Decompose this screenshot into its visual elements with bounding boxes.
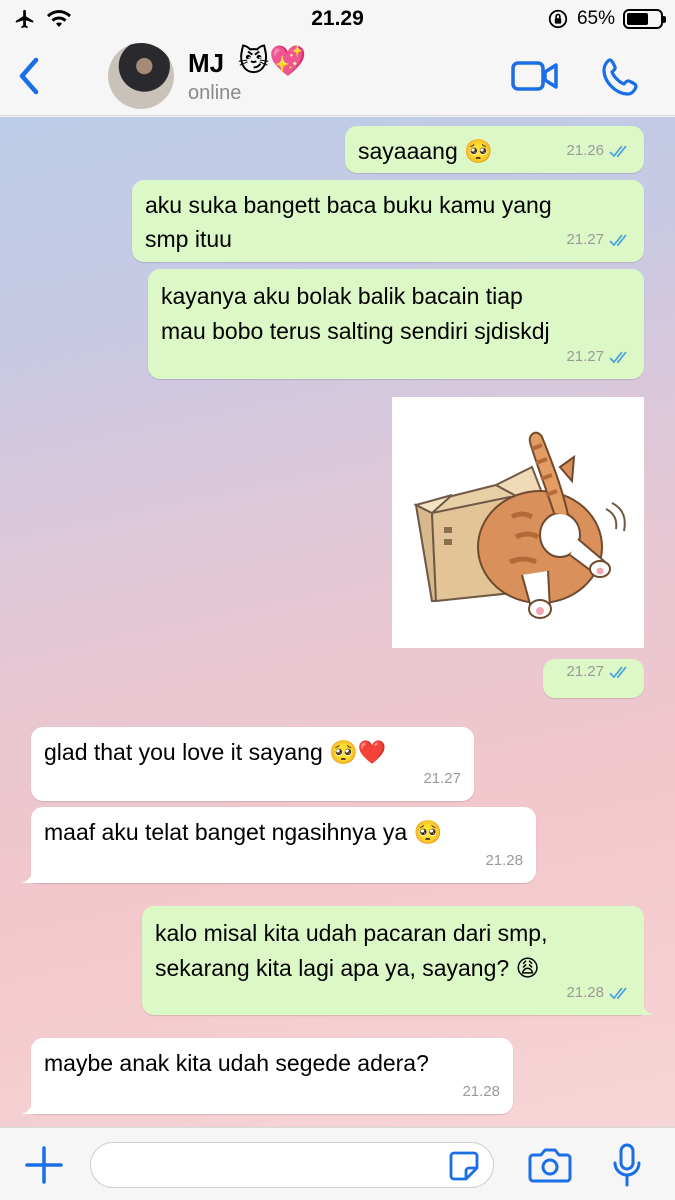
message-bubble-outgoing[interactable]: sayaaang 🥺 21.26 xyxy=(345,126,644,173)
contact-emoji[interactable]: 😼💖 xyxy=(238,44,307,79)
sticker-cat-in-box[interactable] xyxy=(392,397,644,648)
cat-sticker-image xyxy=(413,431,626,619)
bubble-tail xyxy=(636,997,654,1015)
message-bubble-incoming[interactable]: maaf aku telat banget ngasihnya ya 🥺 21.… xyxy=(21,807,536,883)
message-bubble-incoming[interactable]: glad that you love it sayang 🥺❤️ 21.27 xyxy=(31,727,474,801)
microphone-icon[interactable] xyxy=(612,1142,642,1188)
message-time: 21.28 xyxy=(462,1083,500,1100)
sticker-time-bubble: 21.27 xyxy=(543,659,644,698)
status-bar: 21.29 65% xyxy=(0,0,675,40)
message-input-bar xyxy=(0,1127,675,1200)
message-meta: 21.27 xyxy=(423,762,461,796)
message-bubble-outgoing[interactable]: kalo misal kita udah pacaran dari smp, s… xyxy=(142,906,654,1015)
bubble-tail xyxy=(21,1096,39,1114)
orientation-lock-icon xyxy=(548,9,568,29)
message-text: glad that you love it sayang 🥺❤️ xyxy=(44,739,387,765)
message-text: sayaaang 🥺 xyxy=(358,138,493,164)
message-meta: 21.28 xyxy=(566,976,631,1010)
chat-area[interactable]: sayaaang 🥺 21.26 aku suka bangett baca b… xyxy=(0,117,675,1127)
battery-icon xyxy=(623,9,666,29)
message-text: kayanya aku bolak balik bacain tiap mau … xyxy=(161,283,550,344)
video-call-icon[interactable] xyxy=(510,56,560,96)
read-ticks-icon xyxy=(609,665,627,678)
message-meta: 21.28 xyxy=(485,844,523,878)
message-time: 21.28 xyxy=(566,984,604,1001)
chat-header: MJ 😼💖 online xyxy=(0,40,675,116)
message-time: 21.27 xyxy=(423,770,461,787)
message-text: maybe anak kita udah segede adera? xyxy=(44,1050,429,1076)
battery-percent: 65% xyxy=(576,8,615,29)
message-time: 21.27 xyxy=(566,348,604,365)
message-meta: 21.28 xyxy=(462,1075,500,1109)
message-time: 21.27 xyxy=(566,663,604,680)
message-text: maaf aku telat banget ngasihnya ya 🥺 xyxy=(44,819,443,845)
battery-level xyxy=(627,13,648,25)
status-right: 65% xyxy=(547,8,666,30)
avatar[interactable] xyxy=(108,43,174,109)
message-text: aku suka bangett baca buku kamu yang smp… xyxy=(145,192,552,252)
read-ticks-icon xyxy=(609,350,627,363)
message-bubble-incoming[interactable]: maybe anak kita udah segede adera? 21.28 xyxy=(21,1038,513,1114)
message-time: 21.26 xyxy=(566,142,604,159)
message-time: 21.27 xyxy=(566,231,604,248)
message-meta: 21.27 xyxy=(566,340,631,374)
phone-icon[interactable] xyxy=(600,56,642,98)
message-bubble-outgoing[interactable]: kayanya aku bolak balik bacain tiap mau … xyxy=(148,269,644,379)
read-ticks-icon xyxy=(609,233,627,246)
back-chevron-icon[interactable] xyxy=(12,54,48,98)
message-time: 21.28 xyxy=(485,852,523,869)
message-meta: 21.27 xyxy=(566,655,631,689)
read-ticks-icon xyxy=(609,144,627,157)
contact-status: online xyxy=(188,82,242,104)
contact-name[interactable]: MJ xyxy=(188,48,224,79)
message-meta: 21.27 xyxy=(566,223,631,257)
camera-icon[interactable] xyxy=(528,1146,572,1184)
sticker-icon[interactable] xyxy=(448,1150,480,1182)
bubble-tail xyxy=(21,865,39,883)
read-ticks-icon xyxy=(609,986,627,999)
message-bubble-outgoing[interactable]: aku suka bangett baca buku kamu yang smp… xyxy=(132,180,644,262)
plus-icon[interactable] xyxy=(24,1145,64,1185)
message-meta: 21.26 xyxy=(566,134,631,168)
message-text: kalo misal kita udah pacaran dari smp, s… xyxy=(155,920,548,981)
message-input[interactable] xyxy=(90,1142,494,1188)
